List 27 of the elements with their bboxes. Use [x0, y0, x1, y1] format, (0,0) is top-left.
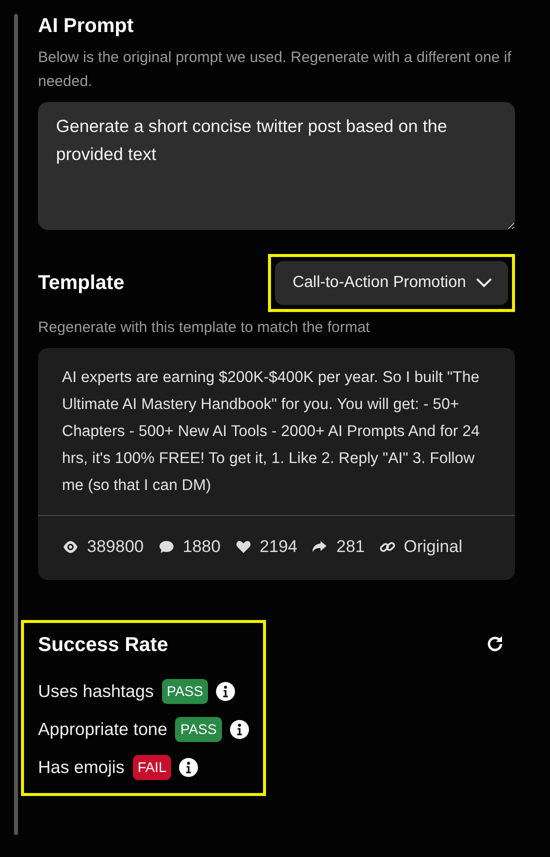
- check-label: Has emojis: [38, 756, 125, 780]
- result-label: FAIL: [132, 755, 172, 780]
- original-link[interactable]: Original: [404, 534, 462, 560]
- stat-count: 281: [336, 536, 365, 558]
- info-icon[interactable]: [216, 682, 236, 701]
- check-label: Appropriate tone: [38, 718, 168, 742]
- info-icon[interactable]: [230, 720, 249, 739]
- section-title: AI Prompt: [38, 14, 135, 38]
- stat-count: 389800: [87, 536, 144, 558]
- template-dropdown[interactable]: Call-to-Action Promotion: [274, 261, 508, 305]
- section-title: Success Rate: [38, 632, 170, 656]
- refresh-icon[interactable]: [485, 634, 505, 654]
- check-label: Uses hashtags: [38, 680, 154, 704]
- result-label: PASS: [175, 717, 222, 742]
- stat-count: 1880: [182, 536, 221, 558]
- heart-icon: [234, 538, 252, 555]
- prompt-field[interactable]: Generate a short concise twitter post based on the provided text: [38, 102, 515, 230]
- chevron-down-icon: [476, 278, 492, 288]
- post-text: AI experts are earning $200K-$400K per year. So I built "The Ultimate AI Mastery Handbook" for you. You will get: - 50+ Chapters - 500+ New AI Tools - 2000+ AI Prompts And for 24 hrs, it's 100% FREE! To get it, 1. Like 2. Reply "AI" 3. Follow me (so that I can DM): [61, 368, 481, 496]
- info-icon[interactable]: [179, 758, 198, 777]
- description-text: Regenerate with this template to match the format: [38, 318, 371, 338]
- result-label: PASS: [162, 679, 208, 704]
- section-title: Template: [38, 271, 124, 295]
- description-text: Below is the original prompt we used. Regenerate with a different one if needed.: [38, 48, 512, 92]
- stat-count: 2194: [260, 536, 298, 558]
- eye-icon: [62, 538, 79, 555]
- speech-bubble-icon: [158, 538, 175, 555]
